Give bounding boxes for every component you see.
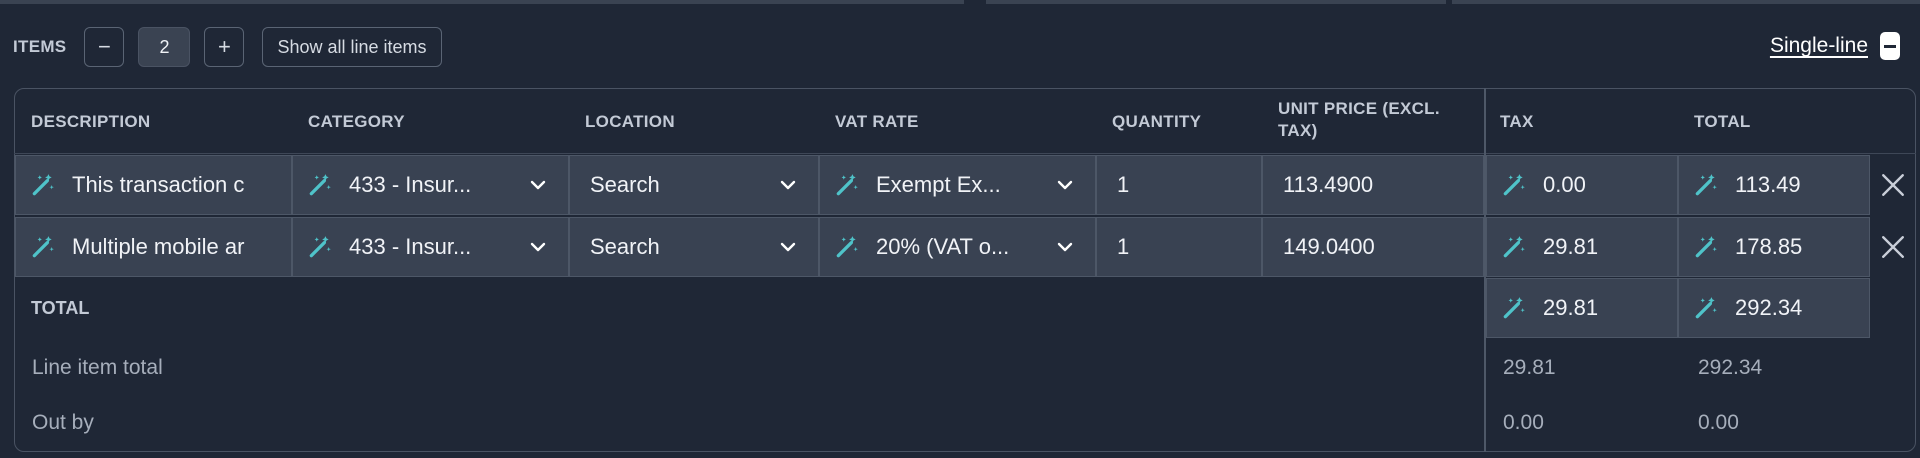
row-2-total-value: 178.85 [1735,234,1803,259]
items-count-input[interactable]: 2 [138,27,191,67]
chevron-down-icon [780,180,796,190]
items-label: ITEMS [13,37,67,56]
magic-wand-icon [32,236,54,258]
column-header-total: TOTAL [1694,112,1751,131]
magic-wand-icon [32,174,54,196]
totals-tax-input[interactable]: 29.81 [1486,278,1678,338]
column-header-category: CATEGORY [308,112,405,131]
out-by-label: Out by [32,411,94,434]
collapse-icon[interactable] [1880,32,1900,60]
row-1-total-input[interactable]: 113.49 [1678,155,1870,215]
row-1-unit-price-input[interactable]: 113.4900 [1262,155,1484,215]
header-divider [14,153,1916,154]
row-2-tax-input[interactable]: 29.81 [1486,217,1678,277]
column-header-unit-price-line2: TAX) [1278,121,1318,140]
magic-wand-icon [309,236,331,258]
line-item-total-label: Line item total [32,356,163,379]
row-2-vat-rate-select[interactable]: 20% (VAT o... [819,217,1096,277]
row-2-quantity-value: 1 [1117,234,1130,259]
row-1-description-value: This transaction c [72,172,245,197]
row-2-vat-rate-value: 20% (VAT o... [876,234,1010,259]
row-1-location-value: Search [590,172,660,197]
chevron-down-icon [530,180,546,190]
row-2-description-value: Multiple mobile ar [72,234,245,259]
magic-wand-icon [1503,174,1525,196]
row-1-vat-rate-select[interactable]: Exempt Ex... [819,155,1096,215]
row-2-category-select[interactable]: 433 - Insur... [292,217,569,277]
decrement-items-button[interactable]: − [84,27,125,67]
magic-wand-icon [1503,297,1525,319]
line-item-total-tax: 29.81 [1503,356,1556,379]
row-1-unit-price-value: 113.4900 [1283,172,1374,197]
row-2-tax-value: 29.81 [1543,234,1599,259]
magic-wand-icon [836,174,858,196]
column-header-tax: TAX [1500,112,1534,131]
show-all-line-items-button[interactable]: Show all line items [262,27,442,67]
row-1-quantity-value: 1 [1117,172,1130,197]
items-toolbar: ITEMS − 2 + Show all line items [13,27,442,67]
top-divider-left [0,0,964,4]
column-header-vat-rate: VAT RATE [835,112,919,131]
magic-wand-icon [309,174,331,196]
close-icon[interactable] [1880,234,1906,260]
chevron-down-icon [530,242,546,252]
row-2-location-select[interactable]: Search [569,217,819,277]
row-2-quantity-input[interactable]: 1 [1096,217,1262,277]
increment-items-button[interactable]: + [204,27,245,67]
row-1-location-select[interactable]: Search [569,155,819,215]
close-icon[interactable] [1880,172,1906,198]
totals-tax-value: 29.81 [1543,295,1599,320]
chevron-down-icon [1057,180,1073,190]
totals-label: TOTAL [31,298,90,318]
row-1-description-field[interactable]: This transaction c [15,155,292,215]
row-1-vat-rate-value: Exempt Ex... [876,172,1001,197]
out-by-tax: 0.00 [1503,411,1544,434]
single-line-toggle[interactable]: Single-line [1770,32,1900,60]
magic-wand-icon [1695,174,1717,196]
row-2-unit-price-value: 149.0400 [1283,234,1375,259]
row-2-unit-price-input[interactable]: 149.0400 [1262,217,1484,277]
single-line-link[interactable]: Single-line [1770,34,1868,58]
totals-total-value: 292.34 [1735,295,1803,320]
column-header-quantity: QUANTITY [1112,112,1202,131]
magic-wand-icon [1695,236,1717,258]
top-divider-middle [986,0,1446,4]
column-header-location: LOCATION [585,112,675,131]
row-1-total-value: 113.49 [1735,172,1801,197]
chevron-down-icon [1057,242,1073,252]
top-divider-right [1452,0,1920,4]
magic-wand-icon [1503,236,1525,258]
row-1-category-select[interactable]: 433 - Insur... [292,155,569,215]
row-2-description-field[interactable]: Multiple mobile ar [15,217,292,277]
row-1-tax-value: 0.00 [1543,172,1586,197]
totals-total-input[interactable]: 292.34 [1678,278,1870,338]
row-2-location-value: Search [590,234,660,259]
row-2-total-input[interactable]: 178.85 [1678,217,1870,277]
row-2-category-value: 433 - Insur... [349,234,472,259]
row-1-category-value: 433 - Insur... [349,172,472,197]
magic-wand-icon [1695,297,1717,319]
magic-wand-icon [836,236,858,258]
row-1-quantity-input[interactable]: 1 [1096,155,1262,215]
column-header-unit-price-line1: UNIT PRICE (EXCL. [1278,99,1440,118]
row-1-tax-input[interactable]: 0.00 [1486,155,1678,215]
out-by-total: 0.00 [1698,411,1739,434]
column-header-unit-price: UNIT PRICE (EXCL. TAX) [1278,98,1440,142]
line-item-total-amount: 292.34 [1698,356,1763,379]
column-header-description: DESCRIPTION [31,112,151,131]
chevron-down-icon [780,242,796,252]
